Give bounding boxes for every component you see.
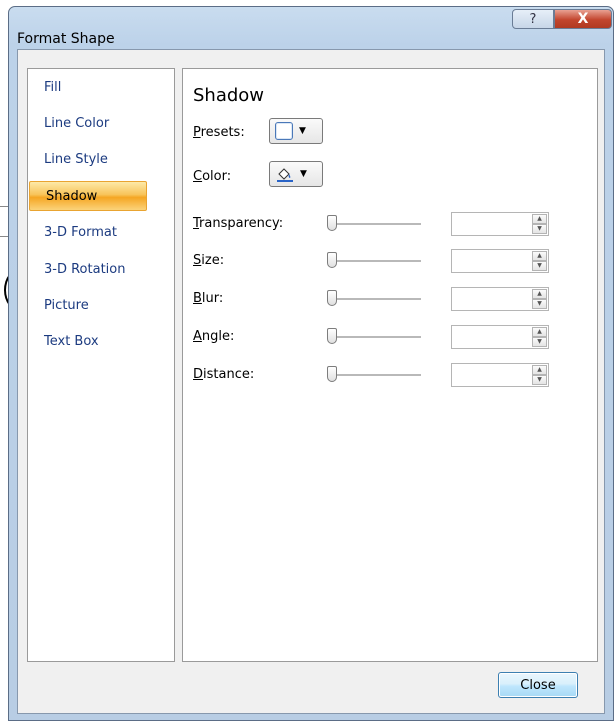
title-close-button[interactable]: X xyxy=(554,9,612,29)
spin-buttons: ▲ ▼ xyxy=(532,251,547,271)
size-slider[interactable] xyxy=(327,252,421,269)
presets-dropdown[interactable]: ▼ xyxy=(269,118,323,144)
color-label-text: olor: xyxy=(202,169,232,184)
shadow-preset-icon xyxy=(275,122,293,140)
close-button[interactable]: Close xyxy=(498,672,578,698)
transparency-label: Transparency: xyxy=(193,216,283,231)
category-list: Fill Line Color Line Style Shadow 3-D Fo… xyxy=(27,68,175,662)
spin-down-button[interactable]: ▼ xyxy=(532,375,547,385)
nav-item-line-color[interactable]: Line Color xyxy=(34,109,146,139)
angle-label: Angle: xyxy=(193,329,234,344)
dropdown-arrow-icon: ▼ xyxy=(299,126,306,136)
transparency-spinbox[interactable]: ▲ ▼ xyxy=(451,212,549,236)
spin-down-button[interactable]: ▼ xyxy=(532,261,547,271)
nav-item-3d-rotation[interactable]: 3-D Rotation xyxy=(34,255,146,285)
color-label: Color: xyxy=(193,169,231,184)
transparency-slider[interactable] xyxy=(327,215,421,232)
nav-item-picture[interactable]: Picture xyxy=(34,291,146,321)
nav-item-line-style[interactable]: Line Style xyxy=(34,145,146,175)
presets-label-accel: P xyxy=(193,125,201,140)
close-icon: X xyxy=(577,11,589,27)
help-button[interactable]: ? xyxy=(512,9,554,29)
nav-item-text-box[interactable]: Text Box xyxy=(34,327,146,357)
spin-up-button[interactable]: ▲ xyxy=(532,289,547,299)
blur-label-accel: B xyxy=(193,291,202,306)
spin-up-button[interactable]: ▲ xyxy=(532,251,547,261)
slider-track xyxy=(327,374,421,377)
paint-bucket-icon xyxy=(277,168,293,182)
spin-buttons: ▲ ▼ xyxy=(532,365,547,385)
distance-label-accel: D xyxy=(193,367,204,382)
blur-spinbox[interactable]: ▲ ▼ xyxy=(451,287,549,311)
panel-title: Shadow xyxy=(193,85,265,106)
color-label-accel: C xyxy=(193,169,203,184)
nav-item-3d-format[interactable]: 3-D Format xyxy=(34,218,146,248)
distance-label: Distance: xyxy=(193,367,254,382)
spin-up-button[interactable]: ▲ xyxy=(532,327,547,337)
slider-thumb[interactable] xyxy=(327,252,337,268)
slider-thumb[interactable] xyxy=(327,366,337,382)
slider-thumb[interactable] xyxy=(327,215,337,231)
spin-up-button[interactable]: ▲ xyxy=(532,214,547,224)
presets-label-text: resets: xyxy=(200,125,245,140)
distance-slider[interactable] xyxy=(327,366,421,383)
slider-track xyxy=(327,298,421,301)
nav-item-fill[interactable]: Fill xyxy=(34,73,146,103)
dialog-client-area: Fill Line Color Line Style Shadow 3-D Fo… xyxy=(17,49,605,714)
blur-label: Blur: xyxy=(193,291,223,306)
spin-down-button[interactable]: ▼ xyxy=(532,299,547,309)
dropdown-arrow-icon: ▼ xyxy=(300,169,307,179)
angle-label-accel: A xyxy=(193,329,202,344)
nav-item-shadow[interactable]: Shadow xyxy=(29,181,147,211)
slider-thumb[interactable] xyxy=(327,290,337,306)
slider-track xyxy=(327,336,421,339)
size-spinbox[interactable]: ▲ ▼ xyxy=(451,249,549,273)
angle-label-text: ngle: xyxy=(201,329,235,344)
spin-up-button[interactable]: ▲ xyxy=(532,365,547,375)
presets-label: Presets: xyxy=(193,125,245,140)
slider-track xyxy=(327,223,421,226)
shadow-settings-panel: Shadow Presets: ▼ Color: ▼ Transparency: xyxy=(182,68,598,662)
angle-spinbox[interactable]: ▲ ▼ xyxy=(451,325,549,349)
spin-buttons: ▲ ▼ xyxy=(532,289,547,309)
slider-thumb[interactable] xyxy=(327,328,337,344)
help-icon: ? xyxy=(529,11,537,27)
dialog-title: Format Shape xyxy=(17,31,115,47)
angle-slider[interactable] xyxy=(327,328,421,345)
spin-down-button[interactable]: ▼ xyxy=(532,337,547,347)
blur-label-text: lur: xyxy=(201,291,224,306)
distance-spinbox[interactable]: ▲ ▼ xyxy=(451,363,549,387)
distance-label-text: istance: xyxy=(203,367,255,382)
color-dropdown[interactable]: ▼ xyxy=(269,161,323,187)
size-label-text: ize: xyxy=(201,253,225,268)
spin-down-button[interactable]: ▼ xyxy=(532,224,547,234)
slider-track xyxy=(327,260,421,263)
size-label: Size: xyxy=(193,253,224,268)
format-shape-dialog: Format Shape ? X Fill Line Color Line St… xyxy=(8,6,614,721)
spin-buttons: ▲ ▼ xyxy=(532,327,547,347)
spin-buttons: ▲ ▼ xyxy=(532,214,547,234)
blur-slider[interactable] xyxy=(327,290,421,307)
transparency-label-text: ransparency: xyxy=(199,216,284,231)
